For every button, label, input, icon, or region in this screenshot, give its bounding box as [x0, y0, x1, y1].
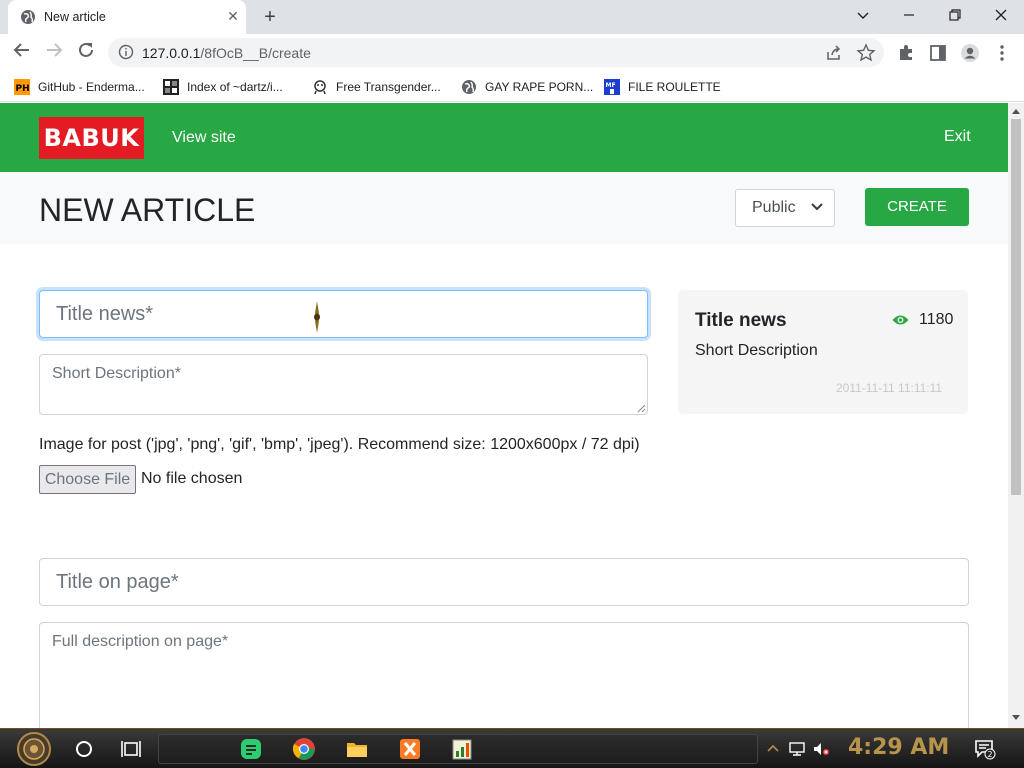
bookmarks-bar: PH GitHub - Enderma... Index of ~dartz/i…	[0, 72, 1024, 102]
visibility-select[interactable]: Public	[735, 189, 835, 227]
search-circle-icon[interactable]	[72, 737, 96, 761]
tab-new-article[interactable]: New article ✕	[8, 0, 246, 34]
close-window-icon[interactable]	[989, 4, 1013, 28]
short-description-textarea[interactable]: Short Description*	[39, 354, 648, 415]
image-upload-label: Image for post ('jpg', 'png', 'gif', 'bm…	[39, 436, 640, 453]
globe-icon	[462, 80, 476, 94]
preview-view-count: 1180	[919, 311, 954, 328]
title-on-page-input[interactable]: Title on page*	[39, 558, 969, 606]
eye-icon	[892, 315, 909, 325]
full-description-textarea[interactable]: Full description on page*	[39, 622, 969, 728]
start-orb-icon[interactable]	[10, 731, 58, 767]
page-title: NEW ARTICLE	[39, 192, 256, 228]
menu-kebab-icon[interactable]	[992, 43, 1012, 63]
info-icon[interactable]	[118, 44, 134, 60]
bookmark-item[interactable]: Free Transgender...	[312, 78, 441, 96]
bookmark-item[interactable]: GAY RAPE PORN...	[461, 78, 593, 96]
page-scrollbar[interactable]	[1008, 103, 1024, 728]
globe-icon	[21, 10, 35, 24]
os-taskbar: 4:29 AM 2	[0, 728, 1024, 768]
task-view-icon[interactable]	[119, 737, 143, 761]
back-arrow-icon[interactable]	[10, 41, 34, 65]
network-icon[interactable]	[788, 740, 806, 758]
bookmark-item[interactable]: PH GitHub - Enderma...	[14, 78, 145, 96]
title-on-page-placeholder: Title on page*	[56, 571, 179, 593]
article-preview-card: Title news 1180 Short Description 2011-1…	[678, 290, 968, 414]
preview-description: Short Description	[695, 342, 818, 359]
xampp-icon[interactable]	[398, 737, 422, 761]
svg-text:MF: MF	[606, 82, 616, 89]
scroll-thumb[interactable]	[1011, 119, 1021, 495]
svg-text:PH: PH	[16, 84, 30, 94]
page-viewport: BABUK View site Exit NEW ARTICLE Public …	[0, 103, 1008, 728]
dir-icon	[163, 79, 179, 95]
url-text: 127.0.0.1/8fOcB__B/create	[142, 45, 311, 61]
folder-icon[interactable]	[345, 737, 369, 761]
address-bar[interactable]: 127.0.0.1/8fOcB__B/create	[108, 38, 884, 67]
side-panel-icon[interactable]	[928, 43, 948, 63]
full-description-placeholder: Full description on page*	[52, 633, 229, 650]
text-cursor-icon	[314, 301, 320, 333]
taskbar-clock[interactable]: 4:29 AM	[848, 735, 949, 760]
tab-title: New article	[44, 10, 106, 24]
share-icon[interactable]	[824, 43, 844, 63]
notification-icon[interactable]: 2	[974, 738, 996, 760]
new-tab-button[interactable]: +	[258, 5, 282, 29]
profile-avatar-icon[interactable]	[960, 43, 980, 63]
tab-search-icon[interactable]	[851, 4, 875, 28]
view-site-link[interactable]: View site	[172, 129, 236, 147]
browser-toolbar: 127.0.0.1/8fOcB__B/create	[0, 34, 1024, 72]
reload-icon[interactable]	[74, 41, 98, 65]
create-button[interactable]: CREATE	[865, 188, 969, 226]
tray-chevron-icon[interactable]	[764, 740, 782, 758]
resize-grip-icon[interactable]	[636, 403, 646, 413]
choose-file-button[interactable]: Choose File	[39, 465, 136, 494]
preview-title: Title news	[695, 310, 787, 331]
notes-app-icon[interactable]	[239, 737, 263, 761]
scroll-down-icon[interactable]	[1012, 715, 1020, 720]
ph-icon: PH	[14, 79, 30, 95]
chevron-down-icon	[811, 203, 823, 211]
chrome-icon[interactable]	[292, 737, 316, 761]
restore-icon[interactable]	[943, 4, 967, 28]
short-description-placeholder: Short Description*	[52, 365, 181, 382]
preview-date: 2011-11-11 11:11:11	[836, 381, 943, 395]
minimize-icon[interactable]	[897, 4, 921, 28]
close-icon[interactable]: ✕	[224, 7, 242, 25]
site-navbar: BABUK View site Exit	[0, 103, 1008, 172]
scroll-up-icon[interactable]	[1012, 109, 1020, 114]
chart-app-icon[interactable]	[450, 737, 474, 761]
volume-muted-icon[interactable]	[812, 740, 830, 758]
star-icon[interactable]	[856, 43, 876, 63]
bookmark-item[interactable]: MF FILE ROULETTE	[604, 78, 721, 96]
extensions-icon[interactable]	[896, 43, 916, 63]
site-logo[interactable]: BABUK	[39, 117, 144, 159]
title-news-input[interactable]: Title news*	[39, 290, 648, 338]
visibility-value: Public	[752, 199, 796, 216]
mascot-icon	[314, 80, 326, 95]
notification-count: 2	[988, 750, 993, 759]
forward-arrow-icon[interactable]	[42, 41, 66, 65]
exit-link[interactable]: Exit	[944, 128, 971, 146]
mf-icon: MF	[604, 79, 620, 95]
bookmark-item[interactable]: Index of ~dartz/i...	[163, 78, 283, 96]
title-news-placeholder: Title news*	[56, 303, 154, 325]
tab-strip: New article ✕ +	[0, 0, 1024, 34]
page-header: NEW ARTICLE Public CREATE	[0, 172, 1008, 244]
file-status-text: No file chosen	[141, 470, 243, 487]
